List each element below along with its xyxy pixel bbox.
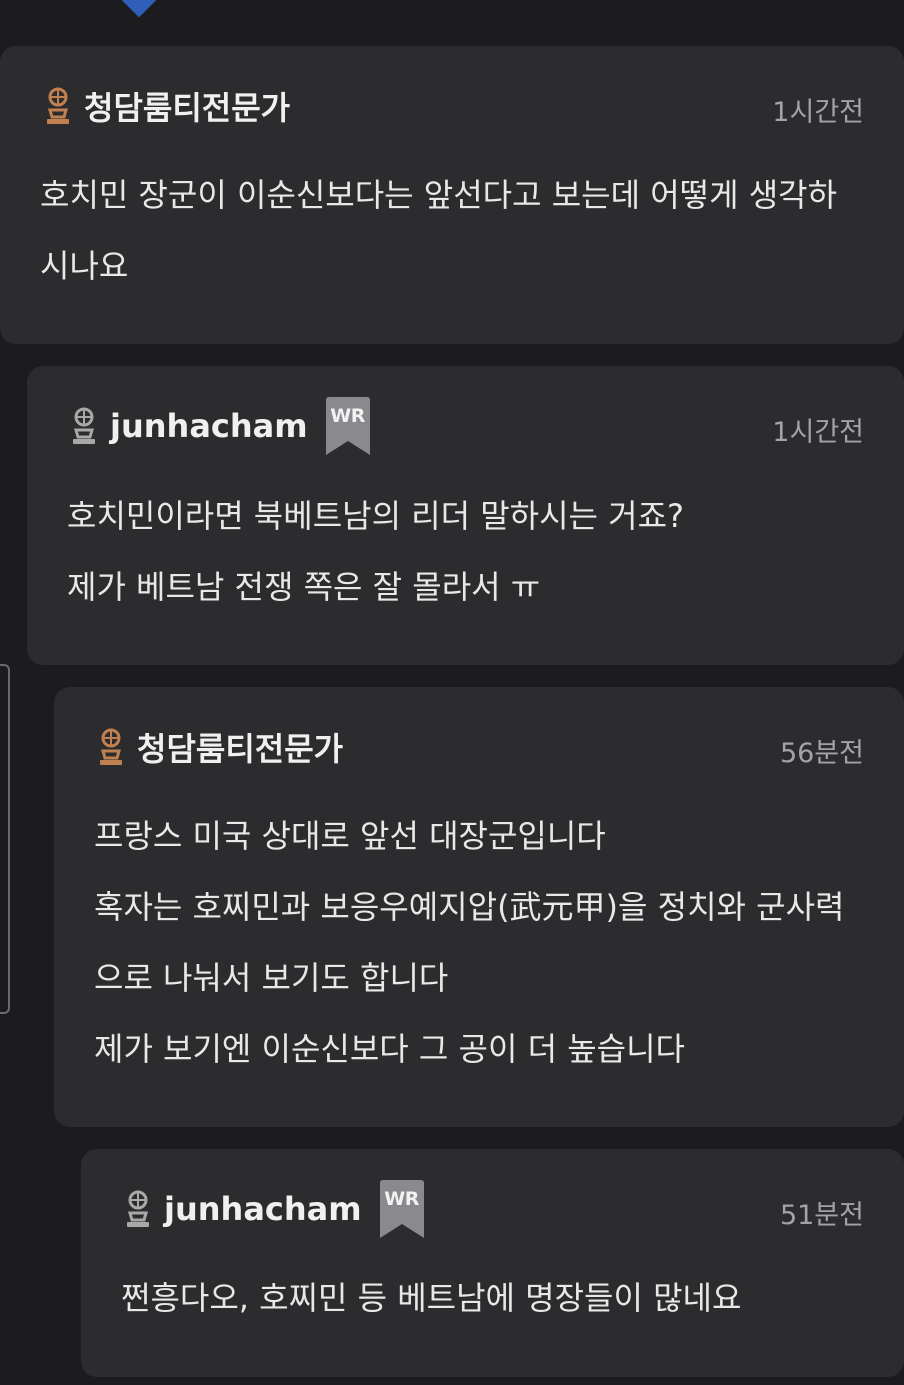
reply-card: junhacham WR 1시간전 호치민이라면 북베트남의 리더 말하시는 거… (27, 366, 904, 665)
comment-line: 으로 나눠서 보기도 합니다 (94, 959, 449, 997)
username[interactable]: junhacham (164, 1190, 362, 1228)
comment-header: 청담룸티전문가 (97, 717, 343, 777)
comment-card: 청담룸티전문가 1시간전 호치민 장군이 이순신보다는 앞선다고 보는데 어떻게… (0, 46, 904, 344)
comment-header: junhacham WR (124, 1179, 424, 1239)
user-level-icon (124, 1189, 152, 1229)
writer-badge: WR (325, 397, 370, 455)
comment-line: 호치민 장군이 이순신보다는 앞선다고 보는데 어떻게 생각하 (40, 176, 838, 214)
comment-line: 쩐흥다오, 호찌민 등 베트남에 명장들이 많네요 (121, 1279, 742, 1317)
username[interactable]: 청담룸티전문가 (137, 724, 343, 770)
comment-line: 호치민이라면 북베트남의 리더 말하시는 거죠? (67, 497, 685, 535)
comment-header: junhacham WR (70, 396, 370, 456)
comment-body: 호치민이라면 북베트남의 리더 말하시는 거죠? 제가 베트남 전쟁 쪽은 잘 … (67, 481, 684, 623)
reply-card: junhacham WR 51분전 쩐흥다오, 호찌민 등 베트남에 명장들이 … (81, 1149, 904, 1377)
user-level-icon (97, 727, 125, 767)
comment-body: 쩐흥다오, 호찌민 등 베트남에 명장들이 많네요 (121, 1263, 741, 1334)
comment-line: 제가 베트남 전쟁 쪽은 잘 몰라서 ㅠ (67, 568, 541, 606)
writer-badge: WR (379, 1180, 424, 1238)
comment-time: 1시간전 (772, 417, 864, 448)
writer-badge-label: WR (330, 405, 365, 427)
comment-line: 시나요 (40, 247, 129, 285)
comment-time: 1시간전 (772, 97, 864, 128)
writer-badge-label: WR (384, 1188, 419, 1210)
comment-body: 프랑스 미국 상대로 앞선 대장군입니다 혹자는 호찌민과 보응우예지압(武元甲… (94, 801, 844, 1085)
comment-header: 청담룸티전문가 (44, 76, 290, 136)
username[interactable]: junhacham (110, 407, 308, 445)
thread-line (0, 664, 10, 1014)
comment-time: 56분전 (779, 738, 864, 769)
comment-line: 제가 보기엔 이순신보다 그 공이 더 높습니다 (94, 1030, 685, 1068)
user-level-icon (70, 406, 98, 446)
username[interactable]: 청담룸티전문가 (84, 83, 290, 129)
comment-line: 혹자는 호찌민과 보응우예지압(武元甲)을 정치와 군사력 (94, 888, 845, 926)
reply-card: 청담룸티전문가 56분전 프랑스 미국 상대로 앞선 대장군입니다 혹자는 호찌… (54, 687, 904, 1127)
comment-body: 호치민 장군이 이순신보다는 앞선다고 보는데 어떻게 생각하 시나요 (40, 160, 837, 302)
scroll-indicator-icon (120, 0, 158, 18)
comment-line: 프랑스 미국 상대로 앞선 대장군입니다 (94, 817, 606, 855)
comment-time: 51분전 (779, 1200, 864, 1231)
user-level-icon (44, 86, 72, 126)
